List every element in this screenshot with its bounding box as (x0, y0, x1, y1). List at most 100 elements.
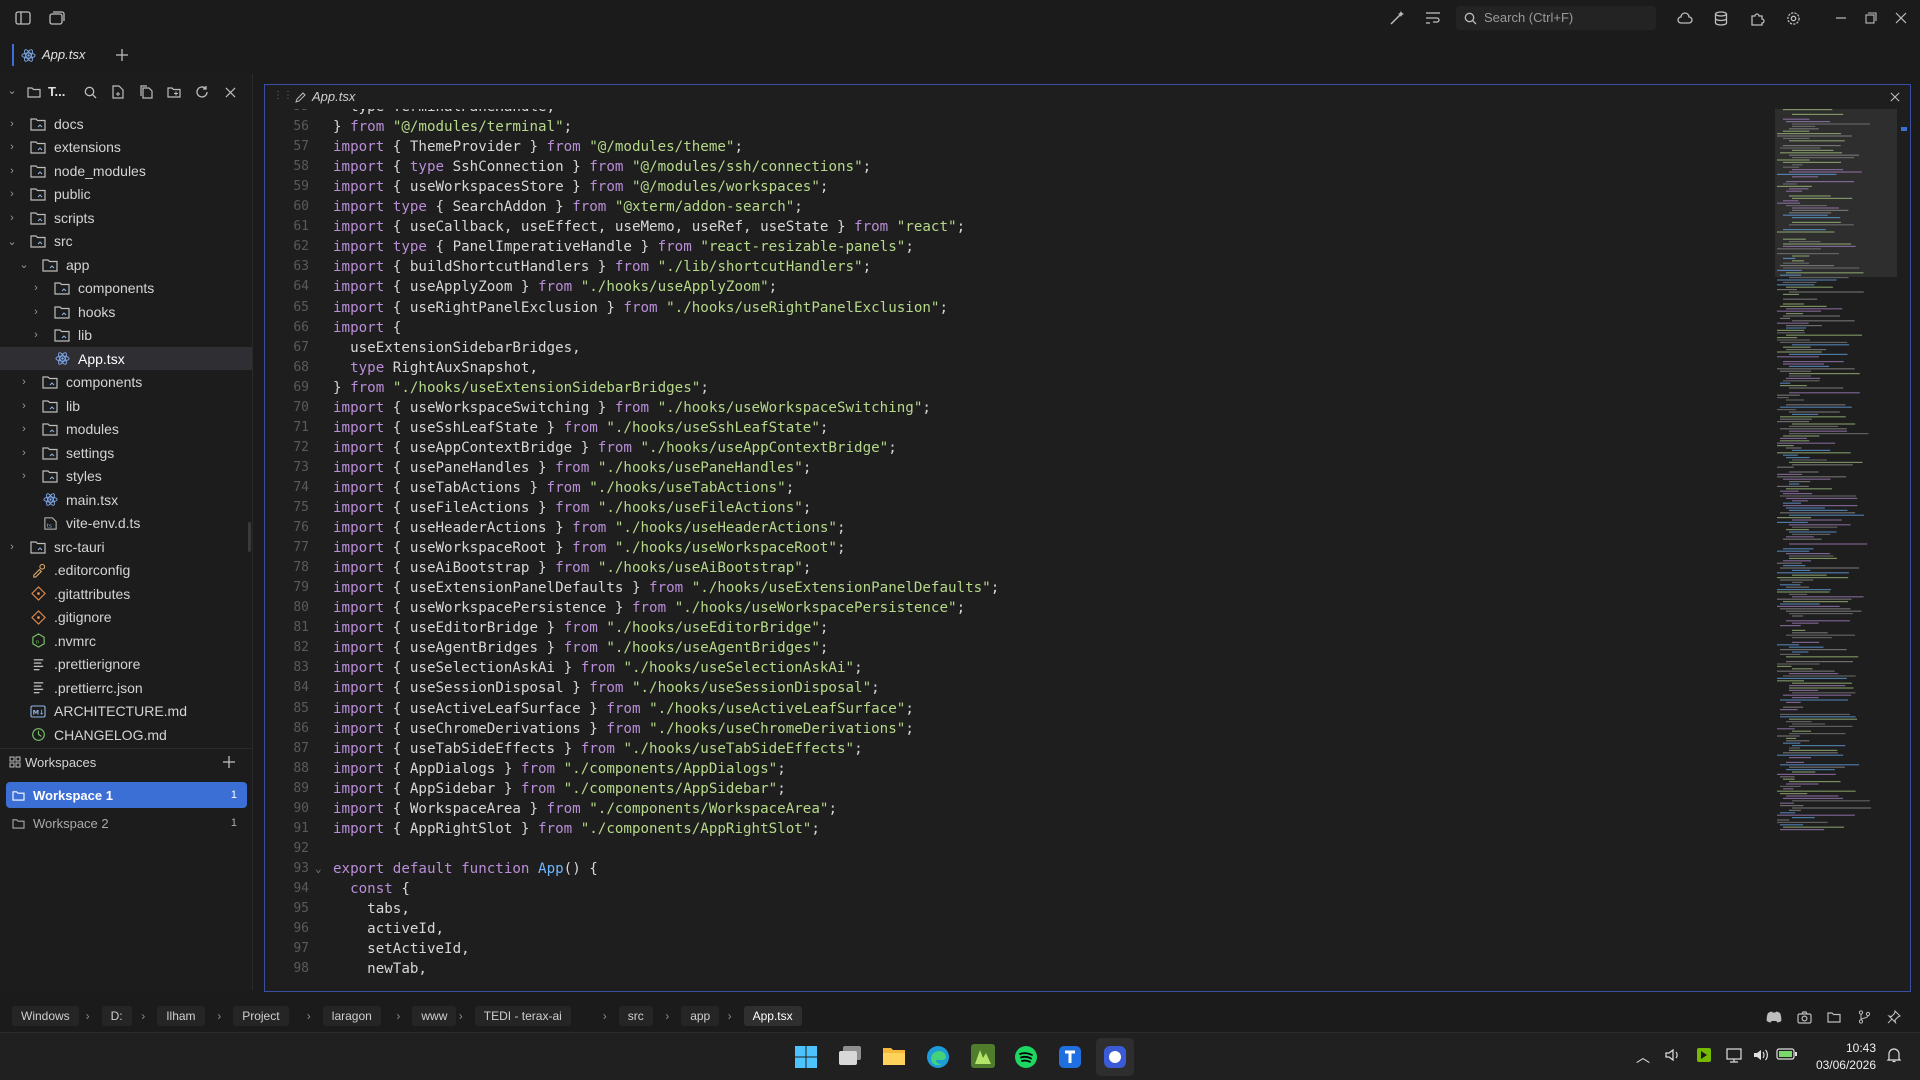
chevron-icon[interactable]: › (6, 165, 18, 177)
search-files-icon[interactable] (82, 84, 98, 100)
git-branch-icon[interactable] (1856, 1009, 1872, 1025)
database-icon[interactable] (1712, 9, 1730, 27)
chevron-icon[interactable]: › (6, 541, 18, 553)
code-area[interactable]: 55 type TerminalPaneHandle,56} from "@/m… (265, 109, 1765, 989)
spotify-icon[interactable] (1014, 1045, 1038, 1069)
chevron-icon[interactable]: › (6, 141, 18, 153)
tree-folder[interactable]: › hooks (0, 300, 252, 323)
tree-file[interactable]: .gitattributes (0, 582, 252, 605)
chevron-icon[interactable]: ⌄ (18, 258, 30, 271)
tree-folder[interactable]: › lib (0, 394, 252, 417)
tree-file[interactable]: App.tsx (0, 347, 252, 370)
breadcrumb-item[interactable]: D: (101, 1006, 132, 1026)
tree-folder[interactable]: ⌄ app (0, 253, 252, 276)
new-file-icon[interactable] (110, 84, 126, 100)
discord-icon[interactable] (1766, 1009, 1782, 1025)
chevron-icon[interactable]: › (30, 282, 42, 294)
close-editor-icon[interactable] (1888, 90, 1902, 104)
refresh-icon[interactable] (194, 84, 210, 100)
tree-folder[interactable]: › components (0, 277, 252, 300)
close-explorer-icon[interactable] (222, 84, 238, 100)
chevron-icon[interactable]: › (18, 376, 30, 388)
tree-folder[interactable]: › components (0, 371, 252, 394)
open-folder-icon[interactable] (1826, 1009, 1842, 1025)
clock-date[interactable]: 03/06/2026 (1808, 1058, 1876, 1072)
new-folder-icon[interactable] (166, 84, 182, 100)
tree-file[interactable]: .prettierrc.json (0, 676, 252, 699)
tree-folder[interactable]: › modules (0, 418, 252, 441)
close-window-icon[interactable] (1892, 9, 1910, 27)
camera-icon[interactable] (1796, 1009, 1812, 1025)
breadcrumb-item[interactable]: www (412, 1006, 457, 1026)
tree-file[interactable]: .gitignore (0, 606, 252, 629)
chevron-icon[interactable]: › (30, 306, 42, 318)
tree-file[interactable]: .prettierignore (0, 653, 252, 676)
new-window-icon[interactable] (48, 9, 66, 27)
breadcrumb-item[interactable]: Windows (12, 1006, 79, 1026)
tree-folder[interactable]: › scripts (0, 206, 252, 229)
tree-folder[interactable]: › lib (0, 324, 252, 347)
chevron-icon[interactable]: › (6, 212, 18, 224)
battery-icon[interactable] (1776, 1047, 1798, 1065)
chevron-icon[interactable]: ⌄ (6, 235, 18, 248)
network-icon[interactable] (1726, 1047, 1744, 1065)
sidebar-resize-handle[interactable] (248, 522, 251, 552)
chevron-icon[interactable]: › (18, 400, 30, 412)
cloud-icon[interactable] (1676, 9, 1694, 27)
tree-folder[interactable]: › settings (0, 441, 252, 464)
workspace-item[interactable]: Workspace 2 1 (6, 810, 247, 836)
tree-file[interactable]: M↓ ARCHITECTURE.md (0, 700, 252, 723)
chevron-icon[interactable]: › (6, 118, 18, 130)
edge-browser-icon[interactable] (926, 1045, 950, 1069)
tree-file[interactable]: main.tsx (0, 488, 252, 511)
chevron-icon[interactable]: › (18, 470, 30, 482)
tree-folder[interactable]: › public (0, 183, 252, 206)
tree-folder[interactable]: › extensions (0, 136, 252, 159)
tree-file[interactable]: .editorconfig (0, 559, 252, 582)
search-box[interactable]: Search (Ctrl+F) (1456, 6, 1656, 30)
file-explorer-icon[interactable] (882, 1045, 906, 1069)
minimize-icon[interactable] (1832, 9, 1850, 27)
notification-icon[interactable] (1886, 1047, 1904, 1065)
collapse-explorer-icon[interactable]: ⌄ (6, 84, 18, 97)
tab-app-tsx[interactable]: App.tsx (12, 44, 106, 66)
tree-folder[interactable]: ⌄ src (0, 230, 252, 253)
tree-file[interactable]: n .nvmrc (0, 629, 252, 652)
new-tab-icon[interactable] (114, 47, 130, 63)
restore-icon[interactable] (1862, 9, 1880, 27)
tree-folder[interactable]: › styles (0, 465, 252, 488)
breadcrumb-item[interactable]: app (681, 1006, 720, 1026)
breadcrumb-item[interactable]: laragon (322, 1006, 381, 1026)
breadcrumb-item[interactable]: Project (233, 1006, 289, 1026)
laragon-icon[interactable] (970, 1043, 996, 1069)
tree-folder[interactable]: › docs (0, 112, 252, 135)
chevron-icon[interactable]: › (18, 447, 30, 459)
fold-chevron-icon[interactable]: ⌄ (315, 859, 322, 879)
chevron-icon[interactable]: › (30, 329, 42, 341)
breadcrumb-item[interactable]: TEDI - terax-ai (474, 1006, 571, 1026)
breadcrumb-item[interactable]: Ilham (157, 1006, 205, 1026)
terax-app-icon[interactable] (1058, 1045, 1082, 1069)
scrollbar-thumb[interactable] (1901, 127, 1907, 131)
tree-file[interactable]: CHANGELOG.md (0, 723, 252, 746)
copy-file-icon[interactable] (138, 84, 154, 100)
show-hidden-icons[interactable]: ︿ (1636, 1047, 1650, 1067)
workspace-item[interactable]: Workspace 1 1 (6, 782, 247, 808)
task-view-icon[interactable] (838, 1045, 862, 1069)
breadcrumb-item[interactable]: src (618, 1006, 653, 1026)
gear-icon[interactable] (1784, 9, 1802, 27)
tree-folder[interactable]: › src-tauri (0, 535, 252, 558)
add-workspace-icon[interactable] (222, 755, 236, 769)
pin-icon[interactable] (1886, 1009, 1902, 1025)
drag-handle-icon[interactable]: ⋮⋮ (273, 90, 293, 101)
chevron-icon[interactable]: › (18, 423, 30, 435)
toggle-sidebar-icon[interactable] (14, 9, 32, 27)
minimap[interactable] (1775, 109, 1900, 989)
active-app-highlight[interactable] (1096, 1038, 1134, 1076)
clock-time[interactable]: 10:43 (1826, 1041, 1876, 1055)
breadcrumb-item[interactable]: App.tsx (743, 1006, 802, 1026)
tree-file[interactable]: ts vite-env.d.ts (0, 512, 252, 535)
extensions-icon[interactable] (1748, 9, 1766, 27)
tree-folder[interactable]: › node_modules (0, 159, 252, 182)
speaker-tray-icon[interactable] (1664, 1047, 1682, 1065)
